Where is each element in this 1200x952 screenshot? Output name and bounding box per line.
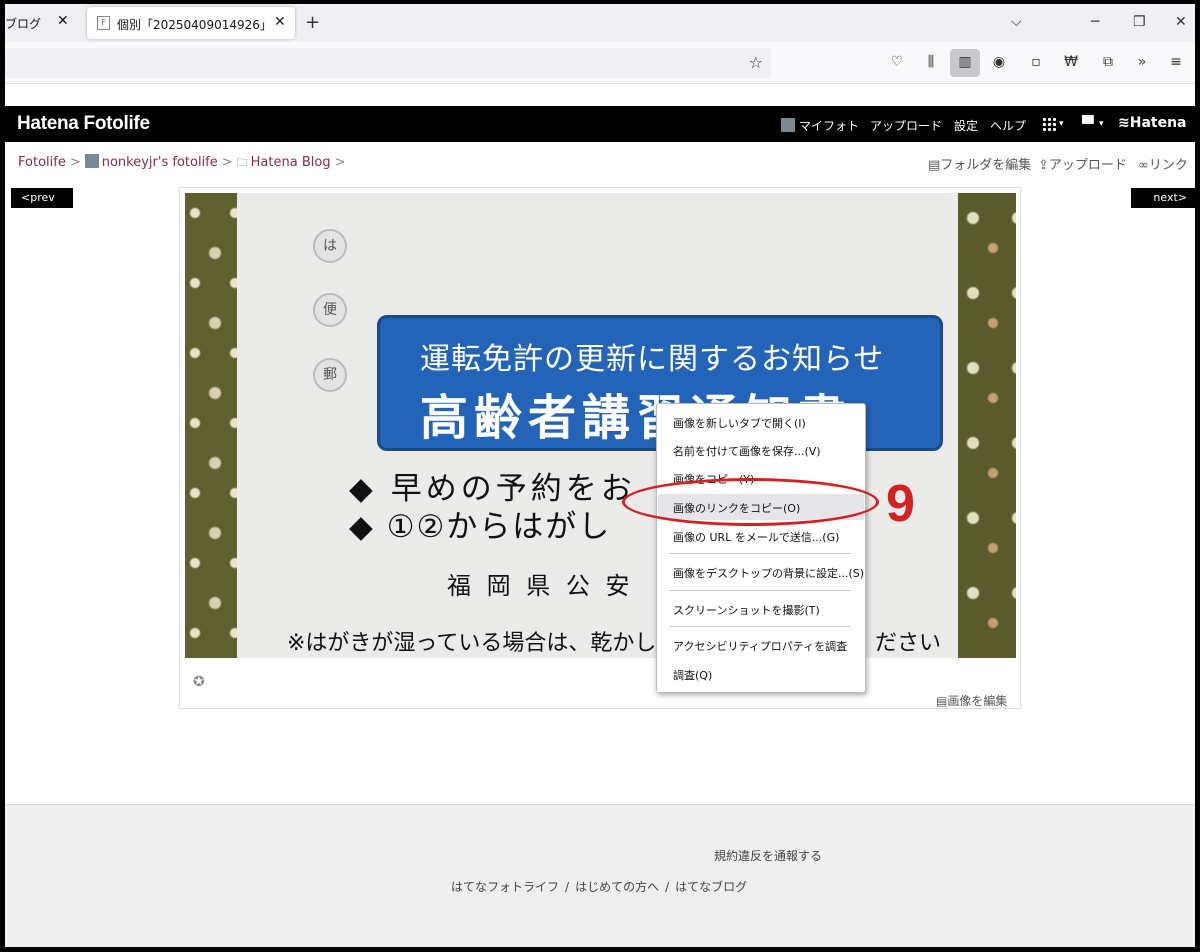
hatena-wifi-icon: ≋ (1118, 115, 1130, 131)
breadcrumb: Fotolife > nonkeyjr's fotolife > 🗀 Hatena Blo… (18, 154, 349, 173)
browser-window: ブログ ✕ F 個別「20250409014926」の写真、 ✕ + ⌵ ─ ❐… (0, 0, 1200, 952)
apps-grid-icon[interactable] (1042, 117, 1056, 131)
edit-image-label: 画像を編集 (947, 694, 1008, 708)
next-button[interactable]: next> (1131, 188, 1195, 208)
sidebar-icon[interactable]: ▥ (950, 49, 980, 77)
menu-inspect[interactable]: 調査(Q) (658, 661, 864, 687)
notice-bullet2: ◆ ①②からはがし (349, 509, 612, 545)
menu-set-desktop-background[interactable]: 画像をデスクトップの背景に設定...(S) (658, 559, 864, 585)
tab-close-icon[interactable]: ✕ (274, 14, 286, 30)
footer-link-blog[interactable]: はてなブログ (675, 880, 747, 894)
site-header: Hatena Fotolife マイフォト アップロード 設定 ヘルプ ▾ ▀ … (5, 106, 1195, 142)
footer-link-fotolife[interactable]: はてなフォトライフ (451, 880, 559, 894)
page-gap (5, 84, 1195, 106)
overflow-chevron-icon[interactable]: » (1131, 54, 1153, 70)
upload-link[interactable]: ⇪アップロード (1038, 154, 1127, 173)
notice-note: ※はがきが湿っている場合は、乾かし (287, 631, 657, 656)
hatena-brand[interactable]: ≋Hatena (1118, 115, 1187, 131)
prev-button[interactable]: <prev (11, 188, 73, 208)
extension-icon[interactable]: ▫ (1025, 54, 1047, 70)
tab-current[interactable]: F 個別「20250409014926」の写真、 ✕ (87, 7, 295, 39)
breadcrumb-fotolife[interactable]: Fotolife (18, 155, 66, 170)
library-icon[interactable]: ⫼ (920, 54, 942, 70)
footer-sep: / (665, 880, 670, 894)
restore-button[interactable]: ❐ (1133, 14, 1146, 30)
account-icon[interactable]: ◉ (988, 54, 1010, 70)
list-tabs-chevron-icon[interactable]: ⌵ (1011, 14, 1022, 30)
apps-caret-icon[interactable]: ▾ (1059, 119, 1064, 129)
menu-separator (669, 626, 851, 627)
fabric-left (185, 193, 237, 658)
translate-icon[interactable]: ₩ (1060, 54, 1082, 70)
notice-note-tail: ださい (875, 631, 942, 656)
extensions-puzzle-icon[interactable]: ⧉ (1097, 54, 1119, 70)
postcard-stamp: は (313, 229, 347, 263)
close-window-button[interactable]: ✕ (1175, 14, 1187, 30)
edit-icon: ▤ (936, 694, 948, 708)
tab-strip: ブログ ✕ F 個別「20250409014926」の写真、 ✕ + ⌵ ─ ❐… (5, 4, 1195, 42)
context-menu: 画像を新しいタブで開く(I) 名前を付けて画像を保存...(V) 画像をコピー(… (656, 403, 866, 693)
breadcrumb-user[interactable]: nonkeyjr's fotolife (102, 155, 218, 170)
postcard-stamp: 便 (313, 293, 347, 327)
tab-current-label: 個別「20250409014926」の写真、 (117, 18, 267, 32)
breadcrumb-sep: > (334, 155, 346, 170)
postcard-stamp: 郵 (313, 358, 347, 392)
edit-icon: ▤ (928, 158, 941, 173)
nav-help[interactable]: ヘルプ (990, 117, 1026, 134)
nav-settings[interactable]: 設定 (954, 117, 978, 134)
menu-save-image-as[interactable]: 名前を付けて画像を保存...(V) (658, 437, 864, 463)
fotolife-favicon-icon: F (97, 16, 110, 30)
chain-link-icon: ∞ (1138, 158, 1149, 173)
menu-take-screenshot[interactable]: スクリーンショットを撮影(T) (658, 596, 864, 622)
user-thumbnail-icon (781, 118, 795, 132)
annotation-step-number: 9 (886, 475, 915, 533)
edit-image-link[interactable]: ▤画像を編集 (936, 692, 1007, 709)
edit-folder-link[interactable]: ▤フォルダを編集 (928, 154, 1031, 173)
edit-folder-label: フォルダを編集 (940, 158, 1032, 173)
link-label: リンク (1148, 158, 1188, 173)
upload-icon: ⇪ (1038, 158, 1049, 173)
minimize-button[interactable]: ─ (1091, 14, 1099, 30)
photo-panel: は 便 郵 運転免許の更新に関するお知らせ 高齢者講習通知書 ◆ 早めの予約をお… (179, 187, 1021, 709)
site-logo[interactable]: Hatena Fotolife (17, 113, 150, 135)
nav-upload[interactable]: アップロード (870, 117, 942, 134)
page-footer: 規約違反を通報する はてなフォトライフ / はじめての方へ / はてなブログ (5, 804, 1195, 947)
star-add-icon[interactable]: ✪ (193, 674, 205, 690)
tab-previous-label: ブログ (5, 17, 42, 31)
tab-previous[interactable]: ブログ ✕ (5, 8, 83, 38)
footer-sep: / (565, 880, 570, 894)
url-bar[interactable]: ☆ (5, 48, 771, 78)
menu-separator (669, 553, 851, 554)
nav-my-photo-label: マイフォト (799, 119, 860, 133)
menu-open-image-new-tab[interactable]: 画像を新しいタブで開く(I) (658, 409, 864, 435)
new-tab-button[interactable]: + (305, 12, 320, 33)
notice-organization: 福 岡 県 公 安 (447, 572, 634, 600)
breadcrumb-sep: > (69, 155, 81, 170)
footer-links: はてなフォトライフ / はじめての方へ / はてなブログ (451, 878, 747, 895)
breadcrumb-folder[interactable]: Hatena Blog (251, 155, 331, 170)
photo-image[interactable]: は 便 郵 運転免許の更新に関するお知らせ 高齢者講習通知書 ◆ 早めの予約をお… (185, 193, 1016, 658)
link-link[interactable]: ∞リンク (1138, 154, 1188, 173)
menu-hamburger-icon[interactable]: ≡ (1165, 54, 1187, 70)
hatena-brand-label: Hatena (1129, 115, 1187, 131)
pocket-icon[interactable]: ♡ (886, 54, 908, 70)
comment-caret-icon[interactable]: ▾ (1099, 119, 1104, 129)
user-avatar-icon (84, 154, 99, 168)
menu-email-image-url[interactable]: 画像の URL をメールで送信...(G) (658, 523, 864, 549)
folder-icon: 🗀 (236, 156, 248, 169)
nav-toolbar: ☆ ♡ ⫼ ▥ ◉ ▫ ₩ ⧉ » ≡ (5, 42, 1195, 84)
menu-inspect-accessibility[interactable]: アクセシビリティプロパティを調査 (658, 632, 864, 658)
comment-icon[interactable]: ▀ (1082, 115, 1094, 133)
breadcrumb-sep: > (221, 155, 233, 170)
report-violation-link[interactable]: 規約違反を通報する (714, 847, 822, 864)
menu-separator (669, 590, 851, 591)
bookmark-star-icon[interactable]: ☆ (749, 53, 763, 72)
tab-close-icon[interactable]: ✕ (57, 13, 69, 29)
notice-title-line1: 運転免許の更新に関するお知らせ (420, 342, 885, 377)
nav-my-photo[interactable]: マイフォト (781, 117, 859, 134)
footer-link-beginners[interactable]: はじめての方へ (575, 880, 659, 894)
fabric-right (958, 193, 1016, 658)
upload-label: アップロード (1048, 158, 1127, 173)
annotation-ellipse (622, 478, 879, 526)
